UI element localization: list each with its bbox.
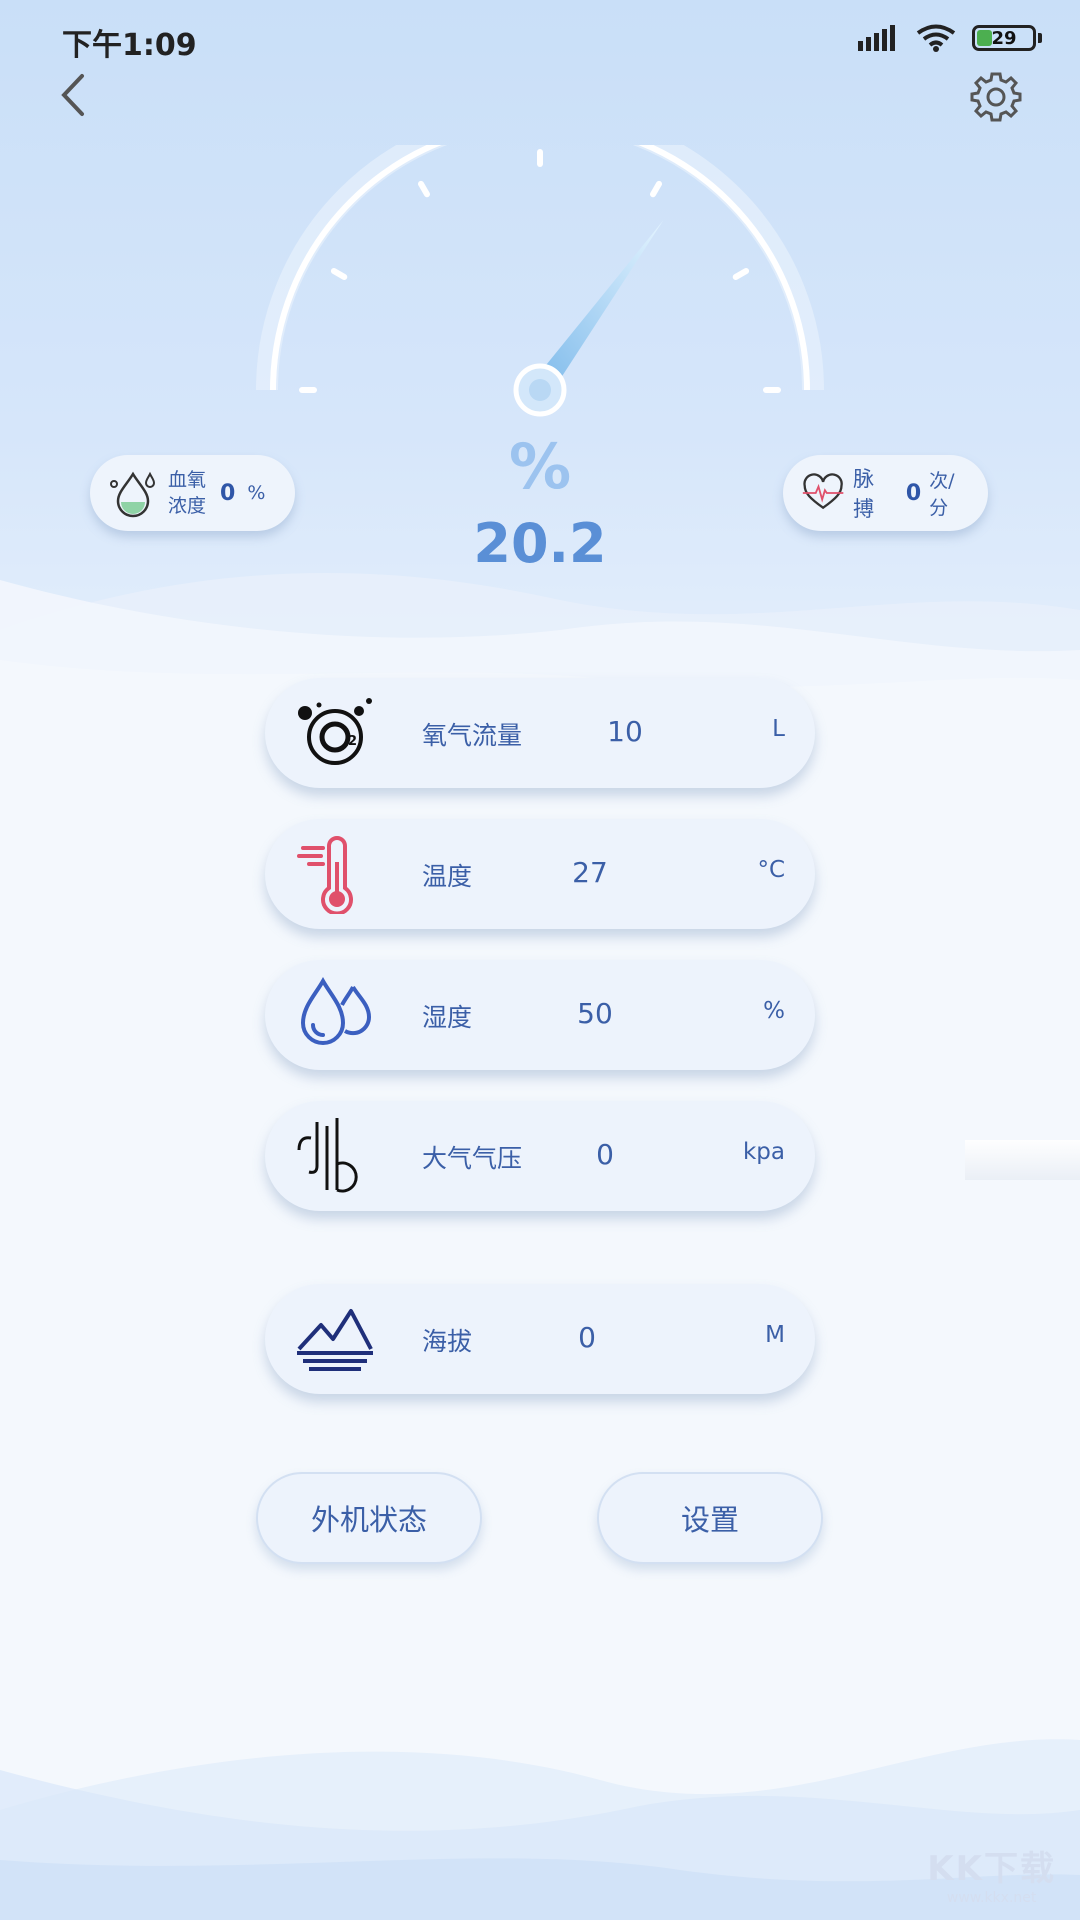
battery-icon: 29 (972, 25, 1036, 51)
watermark-logo: KK下载 (927, 1849, 1056, 1889)
blood-oxygen-label-line1: 血氧 (168, 469, 207, 491)
edge-decoration (965, 1140, 1080, 1180)
blood-oxygen-pill: 血氧 浓度 0 % (90, 455, 295, 531)
external-status-button[interactable]: 外机状态 (256, 1472, 482, 1564)
gauge-hub-center (529, 379, 551, 401)
gauge-tick (330, 268, 348, 280)
metric-card-altitude: 海拔 0 M (265, 1284, 815, 1394)
water-drops-icon (300, 976, 372, 1045)
svg-text:2: 2 (348, 734, 357, 749)
blood-oxygen-label-line2: 浓度 (168, 495, 207, 517)
pulse-value: 0 (905, 480, 922, 506)
metric-card-oxygen-flow: 2 氧气流量 10 L (265, 678, 815, 788)
gear-icon (970, 72, 1022, 122)
metric-value: 27 (572, 856, 608, 889)
status-icons: 29 (858, 24, 1042, 52)
heart-pulse-icon (802, 473, 844, 510)
battery-level-fill (977, 30, 992, 46)
metric-unit: M (765, 1322, 785, 1348)
metric-card-humidity: 湿度 50 % (265, 960, 815, 1070)
watermark: KK下载 www.kkx.net (927, 1841, 1056, 1906)
gauge-tick (418, 180, 430, 198)
blood-oxygen-label: 血氧 浓度 (168, 467, 206, 519)
gauge-tick (732, 268, 750, 280)
blood-oxygen-value: 0 (220, 480, 236, 506)
settings-gear-button[interactable] (970, 70, 1022, 122)
metric-card-air-pressure: 大气气压 0 kpa (265, 1101, 815, 1211)
o2-icon: 2 (298, 698, 372, 765)
wifi-icon (916, 24, 956, 52)
status-time: 下午1:09 (62, 28, 197, 63)
blood-oxygen-unit: % (247, 482, 266, 504)
metric-unit: °C (757, 857, 785, 883)
metric-label: 氧气流量 (422, 721, 523, 750)
metric-value: 50 (577, 997, 613, 1030)
metric-card-temperature: 温度 27 °C (265, 819, 815, 929)
metric-unit: % (763, 998, 785, 1024)
metric-unit: kpa (742, 1139, 785, 1165)
metric-value: 10 (607, 715, 643, 748)
gauge-tick (650, 180, 662, 198)
watermark-url: www.kkx.net (946, 1890, 1037, 1906)
back-button[interactable] (50, 70, 100, 120)
pulse-label: 脉搏 (853, 467, 875, 521)
metric-label: 温度 (422, 862, 473, 891)
metric-label: 海拔 (422, 1327, 473, 1356)
metric-unit: L (772, 716, 785, 742)
thermometer-icon (297, 836, 353, 914)
oxygen-gauge (256, 145, 824, 417)
blood-drop-icon (110, 471, 156, 518)
wave-decoration-bottom (0, 1739, 1080, 1920)
chevron-left-icon (61, 74, 84, 116)
battery-percent: 29 (991, 27, 1017, 49)
metric-value: 0 (596, 1138, 614, 1171)
battery-tip (1038, 33, 1042, 43)
metric-label: 湿度 (422, 1003, 473, 1032)
mountain-icon (297, 1309, 373, 1371)
settings-button[interactable]: 设置 (597, 1472, 823, 1564)
pulse-unit: 次/分 (929, 470, 955, 519)
signal-icon (858, 25, 895, 51)
metric-label: 大气气压 (422, 1144, 523, 1173)
metric-value: 0 (578, 1321, 596, 1354)
pulse-pill: 脉搏 0 次/分 (783, 455, 988, 531)
pressure-icon (297, 1118, 358, 1193)
